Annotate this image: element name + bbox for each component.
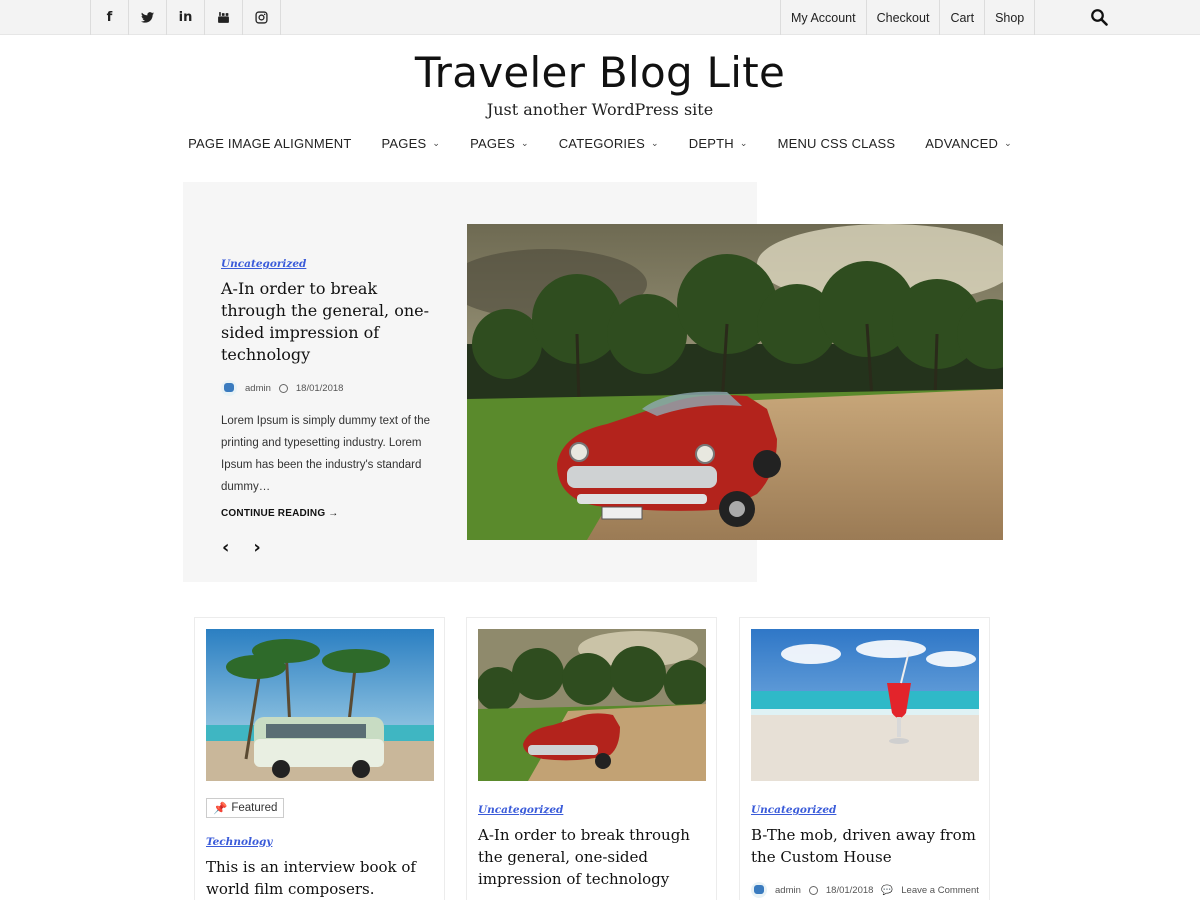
nav-item-page-image-alignment[interactable]: PAGE IMAGE ALIGNMENT (188, 136, 351, 151)
slide-image-red-car[interactable] (447, 224, 1027, 540)
author-avatar (221, 380, 237, 396)
nav-item-label: PAGE IMAGE ALIGNMENT (188, 136, 352, 151)
post-date: 18/01/2018 (825, 884, 874, 896)
checkout-link[interactable]: Checkout (867, 0, 941, 35)
twitter-icon[interactable] (129, 0, 167, 35)
post-card-content: 📌 Featured Technology This is an intervie… (206, 798, 434, 900)
nav-item-menu-css-class[interactable]: MENU CSS CLASS (778, 136, 896, 151)
clock-icon (808, 885, 818, 895)
slide-excerpt: Lorem Ipsum is simply dummy text of the … (221, 415, 430, 493)
slide-date: 18/01/2018 (295, 382, 344, 394)
author-avatar (751, 882, 767, 898)
continue-reading-link[interactable]: CONTINUE READING → (221, 508, 431, 519)
post-title[interactable]: A-In order to break through the general,… (478, 824, 706, 890)
badge-label: Featured (231, 802, 278, 814)
site-title[interactable]: Traveler Blog Lite (0, 48, 1200, 97)
chevron-down-icon: ⌄ (1004, 138, 1012, 148)
post-title[interactable]: This is an interview book of world film … (206, 856, 434, 900)
post-card: Uncategorized B-The mob, driven away fro… (739, 617, 990, 900)
post-thumbnail-van[interactable] (206, 629, 434, 781)
pin-icon: 📌 (213, 803, 228, 815)
site-tagline: Just another WordPress site (486, 100, 714, 119)
slide-author[interactable]: admin (245, 383, 271, 394)
slide-content: Uncategorized A-In order to break throug… (221, 258, 431, 519)
chevron-down-icon: ⌄ (432, 138, 441, 148)
linkedin-icon[interactable]: in (167, 0, 205, 35)
nav-item-label: PAGES (381, 136, 427, 151)
my-account-link[interactable]: My Account (781, 0, 867, 35)
youtube-icon[interactable] (205, 0, 243, 35)
chevron-down-icon: ⌄ (520, 138, 529, 148)
top-bar: f in My Account Checkout Cart Shop (0, 0, 1200, 35)
instagram-icon[interactable] (243, 0, 281, 35)
post-card: Uncategorized A-In order to break throug… (466, 617, 717, 900)
post-category-link[interactable]: Uncategorized (751, 804, 979, 816)
nav-item-label: DEPTH (688, 136, 734, 151)
post-card: 📌 Featured Technology This is an intervie… (194, 617, 445, 900)
post-category-link[interactable]: Technology (206, 836, 434, 848)
nav-item-pages[interactable]: PAGES ⌄ (382, 136, 441, 151)
slide-category-link[interactable]: Uncategorized (221, 258, 431, 270)
social-links: f in (90, 0, 281, 35)
nav-item-label: ADVANCED (925, 136, 999, 151)
clock-icon (278, 383, 288, 393)
nav-item-label: MENU CSS CLASS (777, 136, 896, 151)
leave-comment-link[interactable]: Leave a Comment (901, 885, 979, 896)
nav-item-label: PAGES (470, 136, 515, 151)
cart-link[interactable]: Cart (940, 0, 986, 35)
post-card-content: Uncategorized B-The mob, driven away fro… (751, 804, 979, 898)
post-author[interactable]: admin (775, 885, 801, 896)
slide-title[interactable]: A-In order to break through the general,… (221, 278, 431, 366)
nav-item-label: CATEGORIES (558, 136, 645, 151)
slider-arrows: ‹ › (222, 537, 261, 558)
chevron-down-icon: ⌄ (651, 138, 659, 148)
search-icon[interactable] (1090, 8, 1110, 28)
comment-icon: 💬 (881, 884, 894, 896)
facebook-icon[interactable]: f (91, 0, 129, 35)
post-title[interactable]: B-The mob, driven away from the Custom H… (751, 824, 979, 868)
slide-meta: admin 18/01/2018 (221, 380, 431, 396)
nav-item-depth[interactable]: DEPTH ⌄ (689, 136, 748, 151)
post-thumbnail-red-car[interactable] (478, 629, 706, 781)
chevron-down-icon: ⌄ (739, 138, 748, 148)
nav-item-pages-2[interactable]: PAGES ⌄ (470, 136, 529, 151)
nav-item-categories[interactable]: CATEGORIES ⌄ (559, 136, 659, 151)
nav-item-advanced[interactable]: ADVANCED ⌄ (925, 136, 1012, 151)
next-arrow-icon[interactable]: › (253, 537, 260, 558)
post-card-content: Uncategorized A-In order to break throug… (478, 804, 706, 890)
post-thumbnail-beach-drink[interactable] (751, 629, 979, 781)
prev-arrow-icon[interactable]: ‹ (222, 537, 229, 558)
account-links: My Account Checkout Cart Shop (780, 0, 1036, 35)
main-navigation: PAGE IMAGE ALIGNMENT PAGES ⌄ PAGES ⌄ CATEG… (0, 136, 1200, 151)
post-category-link[interactable]: Uncategorized (478, 804, 706, 816)
featured-badge: 📌 Featured (206, 798, 285, 818)
shop-link[interactable]: Shop (985, 0, 1036, 35)
post-meta: admin 18/01/2018 💬 Leave a Comment (751, 882, 979, 898)
